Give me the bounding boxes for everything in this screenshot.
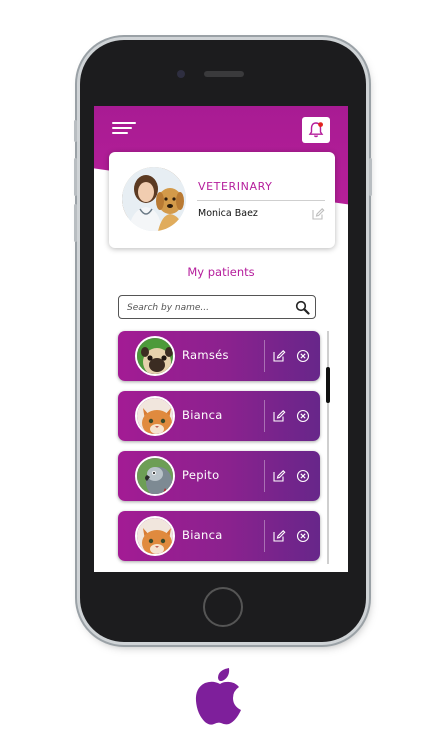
volume-up-button <box>74 158 77 196</box>
edit-icon[interactable] <box>272 349 286 363</box>
profile-card: VETERINARY Monica Baez <box>109 152 335 248</box>
patient-name: Bianca <box>182 528 223 542</box>
speaker-grille <box>204 71 244 77</box>
search-input[interactable] <box>127 300 287 315</box>
patient-card[interactable]: Bianca <box>118 391 320 441</box>
patient-card-divider <box>264 460 265 492</box>
profile-divider <box>197 200 325 201</box>
patient-name: Pepito <box>182 468 220 482</box>
delete-icon[interactable] <box>296 529 310 543</box>
patient-avatar-pug <box>135 336 175 376</box>
delete-icon[interactable] <box>296 349 310 363</box>
patient-card-divider <box>264 520 265 552</box>
scrollbar-track[interactable] <box>327 331 329 564</box>
profile-avatar <box>122 167 186 231</box>
patient-card[interactable]: Bianca <box>118 511 320 561</box>
patient-list: Ramsés Bianca Pepito Bianca <box>118 331 322 571</box>
patient-avatar-parrot <box>135 456 175 496</box>
profile-name: Monica Baez <box>198 208 258 219</box>
delete-icon[interactable] <box>296 409 310 423</box>
patient-avatar-cat <box>135 516 175 556</box>
edit-icon[interactable] <box>272 529 286 543</box>
patient-card-divider <box>264 400 265 432</box>
delete-icon[interactable] <box>296 469 310 483</box>
menu-button[interactable] <box>112 122 136 136</box>
notification-button[interactable] <box>302 117 330 143</box>
app-screen: VETERINARY Monica Baez My patients Searc… <box>94 106 348 572</box>
patient-card[interactable]: Ramsés <box>118 331 320 381</box>
patient-name: Ramsés <box>182 348 229 362</box>
scrollbar-thumb[interactable] <box>326 367 330 403</box>
edit-icon[interactable] <box>272 409 286 423</box>
apple-logo-icon <box>195 668 241 725</box>
patient-card-divider <box>264 340 265 372</box>
patient-card[interactable]: Pepito <box>118 451 320 501</box>
patient-name: Bianca <box>182 408 223 422</box>
volume-down-button <box>74 204 77 242</box>
edit-icon[interactable] <box>272 469 286 483</box>
patients-section-title: My patients <box>187 265 255 279</box>
search-icon[interactable] <box>295 300 310 315</box>
home-button[interactable] <box>203 587 243 627</box>
hamburger-menu-icon <box>112 122 136 124</box>
mute-switch <box>74 120 77 142</box>
search-field[interactable] <box>118 295 316 319</box>
profile-role: VETERINARY <box>198 180 273 193</box>
bell-icon <box>308 122 324 138</box>
front-camera <box>177 70 185 78</box>
edit-icon[interactable] <box>311 207 325 221</box>
power-button <box>369 158 372 196</box>
patient-avatar-cat <box>135 396 175 436</box>
